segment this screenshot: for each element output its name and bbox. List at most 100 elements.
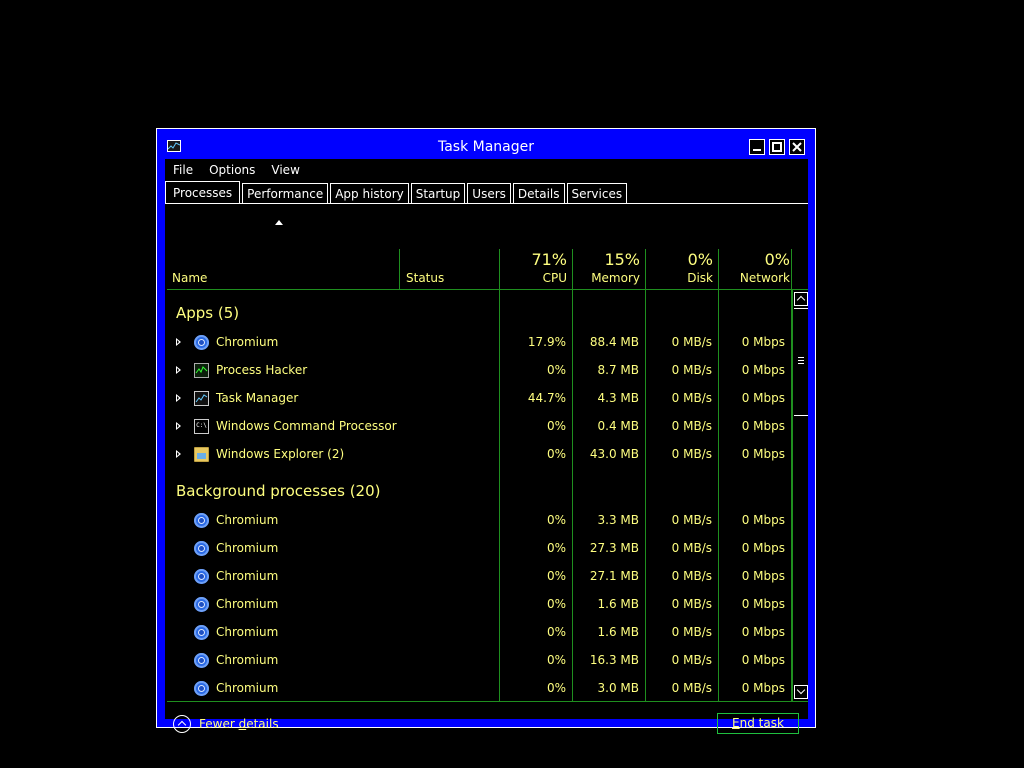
column-header-disk[interactable]: Disk [687, 271, 713, 285]
menu-file[interactable]: File [165, 161, 201, 179]
cpu-value: 0% [546, 569, 566, 583]
network-value: 0 Mbps [741, 625, 785, 639]
chromium-icon [194, 597, 209, 612]
tab-startup[interactable]: Startup [410, 183, 466, 203]
expand-arrow-icon[interactable] [176, 450, 181, 458]
column-header-status[interactable]: Status [406, 271, 444, 285]
network-value: 0 Mbps [741, 391, 785, 405]
disk-value: 0 MB/s [671, 513, 712, 527]
cpu-value: 17.9% [527, 335, 566, 349]
table-row[interactable]: Task Manager 44.7% 4.3 MB 0 MB/s 0 Mbps [167, 384, 792, 412]
chromium-icon [194, 335, 209, 350]
table-row[interactable]: Chromium 0% 16.3 MB 0 MB/s 0 Mbps [167, 646, 792, 674]
group-header-apps[interactable]: Apps (5) [176, 304, 239, 322]
network-total-percent[interactable]: 0% [765, 250, 790, 269]
network-value: 0 Mbps [741, 447, 785, 461]
table-row[interactable]: Chromium 17.9% 88.4 MB 0 MB/s 0 Mbps [167, 328, 792, 356]
process-name: Chromium [216, 653, 279, 667]
expand-arrow-icon[interactable] [176, 338, 181, 346]
minimize-icon [753, 149, 761, 151]
disk-value: 0 MB/s [671, 363, 712, 377]
memory-value: 8.7 MB [597, 363, 639, 377]
scrollbar-thumb[interactable] [794, 308, 808, 416]
fewer-details-link[interactable]: Fewer details [199, 717, 279, 731]
network-value: 0 Mbps [741, 653, 785, 667]
disk-value: 0 MB/s [671, 335, 712, 349]
process-name: Chromium [216, 625, 279, 639]
vertical-scrollbar[interactable] [792, 290, 808, 701]
sort-ascending-icon [275, 220, 283, 225]
table-row[interactable]: Chromium 0% 3.3 MB 0 MB/s 0 Mbps [167, 506, 792, 534]
grip-icon [798, 357, 804, 358]
disk-value: 0 MB/s [671, 569, 712, 583]
cpu-value: 0% [546, 625, 566, 639]
table-row[interactable]: C:\ Windows Command Processor 0% 0.4 MB … [167, 412, 792, 440]
table-row[interactable]: Chromium 0% 27.1 MB 0 MB/s 0 Mbps [167, 562, 792, 590]
scroll-down-button[interactable] [794, 685, 808, 699]
network-value: 0 Mbps [741, 363, 785, 377]
cpu-value: 0% [546, 653, 566, 667]
column-header-network[interactable]: Network [740, 271, 790, 285]
disk-value: 0 MB/s [671, 653, 712, 667]
menu-options[interactable]: Options [201, 161, 263, 179]
process-name: Chromium [216, 597, 279, 611]
tab-strip: Processes Performance App history Startu… [165, 181, 629, 203]
process-name: Windows Command Processor [216, 419, 397, 433]
memory-value: 3.3 MB [597, 513, 639, 527]
close-icon [792, 142, 802, 152]
tab-performance[interactable]: Performance [242, 183, 329, 203]
minimize-button[interactable] [749, 139, 765, 155]
disk-value: 0 MB/s [671, 419, 712, 433]
scroll-up-button[interactable] [794, 292, 808, 306]
disk-value: 0 MB/s [671, 625, 712, 639]
maximize-button[interactable] [769, 139, 785, 155]
group-header-background[interactable]: Background processes (20) [176, 482, 381, 500]
chevron-up-icon[interactable] [173, 715, 191, 733]
table-row[interactable]: Chromium 0% 1.6 MB 0 MB/s 0 Mbps [167, 618, 792, 646]
tab-app-history[interactable]: App history [330, 183, 409, 203]
memory-total-percent[interactable]: 15% [604, 250, 640, 269]
expand-arrow-icon[interactable] [176, 366, 181, 374]
tab-users[interactable]: Users [467, 183, 511, 203]
table-row[interactable]: Windows Explorer (2) 0% 43.0 MB 0 MB/s 0… [167, 440, 792, 468]
tab-details[interactable]: Details [512, 183, 565, 203]
process-name: Task Manager [216, 391, 299, 405]
column-header-name[interactable]: Name [172, 271, 207, 285]
grip-icon [798, 363, 804, 364]
column-header-cpu[interactable]: CPU [543, 271, 567, 285]
footer-divider [167, 701, 808, 702]
column-header-memory[interactable]: Memory [591, 271, 640, 285]
task-manager-window: Task Manager File Options View Processes… [156, 128, 816, 734]
table-row[interactable]: Chromium 0% 3.0 MB 0 MB/s 0 Mbps [167, 674, 792, 701]
expand-arrow-icon[interactable] [176, 422, 181, 430]
client-area: File Options View Processes Performance … [165, 159, 808, 734]
column-divider[interactable] [399, 249, 400, 289]
cpu-value: 0% [546, 419, 566, 433]
title-bar[interactable]: Task Manager [157, 129, 815, 159]
network-value: 0 Mbps [741, 335, 785, 349]
disk-value: 0 MB/s [671, 391, 712, 405]
memory-value: 0.4 MB [597, 419, 639, 433]
table-header: Name Status 71% CPU 15% Memory 0% Disk 0… [167, 204, 808, 290]
disk-value: 0 MB/s [671, 447, 712, 461]
network-value: 0 Mbps [741, 513, 785, 527]
table-row[interactable]: Process Hacker 0% 8.7 MB 0 MB/s 0 Mbps [167, 356, 792, 384]
close-button[interactable] [789, 139, 805, 155]
end-task-button[interactable]: End task [717, 713, 799, 734]
cpu-value: 44.7% [527, 391, 566, 405]
tab-processes[interactable]: Processes [165, 181, 241, 203]
table-row[interactable]: Chromium 0% 1.6 MB 0 MB/s 0 Mbps [167, 590, 792, 618]
cpu-value: 0% [546, 363, 566, 377]
network-value: 0 Mbps [741, 419, 785, 433]
disk-total-percent[interactable]: 0% [688, 250, 713, 269]
chromium-icon [194, 513, 209, 528]
memory-value: 1.6 MB [597, 597, 639, 611]
chromium-icon [194, 541, 209, 556]
cpu-total-percent[interactable]: 71% [531, 250, 567, 269]
expand-arrow-icon[interactable] [176, 394, 181, 402]
window-title: Task Manager [437, 139, 535, 155]
menu-view[interactable]: View [263, 161, 307, 179]
table-row[interactable]: Chromium 0% 27.3 MB 0 MB/s 0 Mbps [167, 534, 792, 562]
cpu-value: 0% [546, 597, 566, 611]
tab-services[interactable]: Services [566, 183, 628, 203]
